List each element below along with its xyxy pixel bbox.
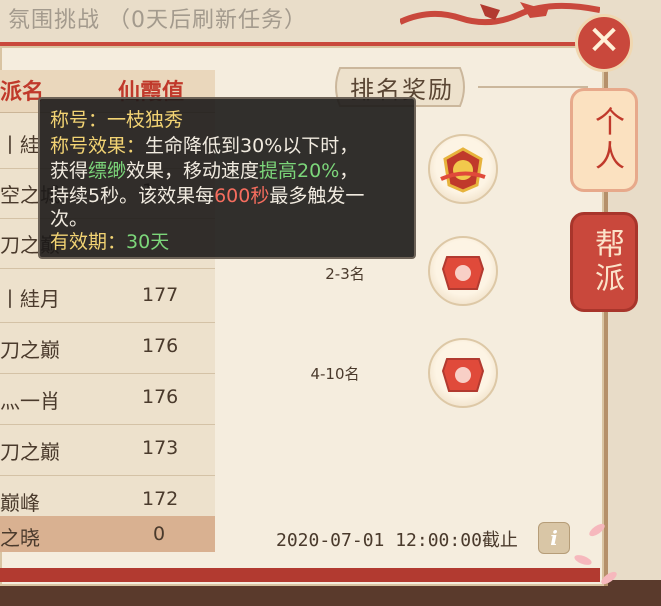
self-rank-row: 之晓 0 [0, 516, 215, 552]
row-value: 177 [142, 284, 179, 306]
self-row-name: 之晓 [0, 526, 40, 550]
row-name: 丨絓 [0, 133, 40, 157]
row-name: 巅峰 [0, 491, 40, 515]
reward-item-3[interactable] [428, 338, 498, 408]
divider [478, 86, 588, 88]
title-tooltip: 称号：一枝独秀 称号效果：生命降低到30%以下时， 获得缥缈效果，移动速度提高2… [38, 97, 416, 259]
row-name: 灬一肖 [0, 389, 60, 413]
red-title-badge-icon [441, 358, 485, 392]
reward-item-1[interactable] [428, 134, 498, 204]
tooltip-duration-value: 30天 [126, 231, 170, 253]
reward-item-2[interactable] [428, 236, 498, 306]
tooltip-title-value: 一枝独秀 [107, 109, 184, 131]
row-value: 176 [142, 335, 179, 357]
tooltip-effect-line-2: 获得缥缈效果，移动速度提高20%， [50, 156, 358, 183]
deadline-text: 2020-07-01 12:00:00截止 [276, 530, 518, 551]
row-name: 丨絓月 [0, 287, 60, 311]
tooltip-text: 获得 [50, 160, 89, 182]
list-row[interactable]: 刀之巅 176 [0, 323, 215, 374]
background-title: 氛围挑战 （0天后刷新任务） [8, 8, 307, 33]
horse-decoration-icon [400, 2, 600, 26]
red-title-badge-icon [441, 256, 485, 290]
tooltip-cooldown: 600秒 [214, 185, 270, 207]
tab-clan[interactable]: 帮派 [570, 212, 638, 312]
close-button[interactable]: ✕ [575, 14, 633, 72]
tooltip-effect-key: 称号效果： [50, 135, 146, 157]
row-value: 172 [142, 488, 179, 510]
list-row[interactable]: 刀之巅 173 [0, 425, 215, 476]
tooltip-duration-line: 有效期：30天 [50, 227, 169, 254]
tooltip-title-key: 称号： [50, 109, 108, 131]
golden-title-badge-icon [440, 147, 486, 193]
close-icon: ✕ [587, 18, 621, 64]
reward-tier-label: 2-3名 [300, 262, 390, 286]
row-name: 刀之巅 [0, 440, 60, 464]
tooltip-effect-text1: 生命降低到30%以下时， [145, 135, 359, 157]
self-row-value: 0 [153, 523, 166, 545]
row-name: 刀之巅 [0, 338, 60, 362]
tooltip-effect-line: 称号效果：生命降低到30%以下时， [50, 131, 358, 158]
tab-personal[interactable]: 个人 [570, 88, 638, 192]
tooltip-text: ， [339, 160, 359, 182]
tooltip-effect-keyword: 缥缈 [88, 160, 127, 182]
list-row[interactable]: 灬一肖 176 [0, 374, 215, 425]
reward-tier-label: 4-10名 [290, 362, 380, 386]
tooltip-text: 效果，移动速度 [126, 160, 260, 182]
row-value: 173 [142, 437, 179, 459]
tooltip-speed-boost: 提高20% [259, 160, 340, 182]
tooltip-duration-key: 有效期： [50, 231, 127, 253]
row-value: 176 [142, 386, 179, 408]
list-row[interactable]: 丨絓月 177 [0, 272, 215, 323]
tooltip-title-line: 称号：一枝独秀 [50, 105, 183, 132]
panel-bottom-border [0, 568, 600, 582]
tooltip-text: 最多触发一 [269, 185, 365, 207]
tooltip-effect-line-3: 持续5秒。该效果每600秒最多触发一 [50, 181, 364, 208]
info-button[interactable]: i [538, 522, 570, 554]
